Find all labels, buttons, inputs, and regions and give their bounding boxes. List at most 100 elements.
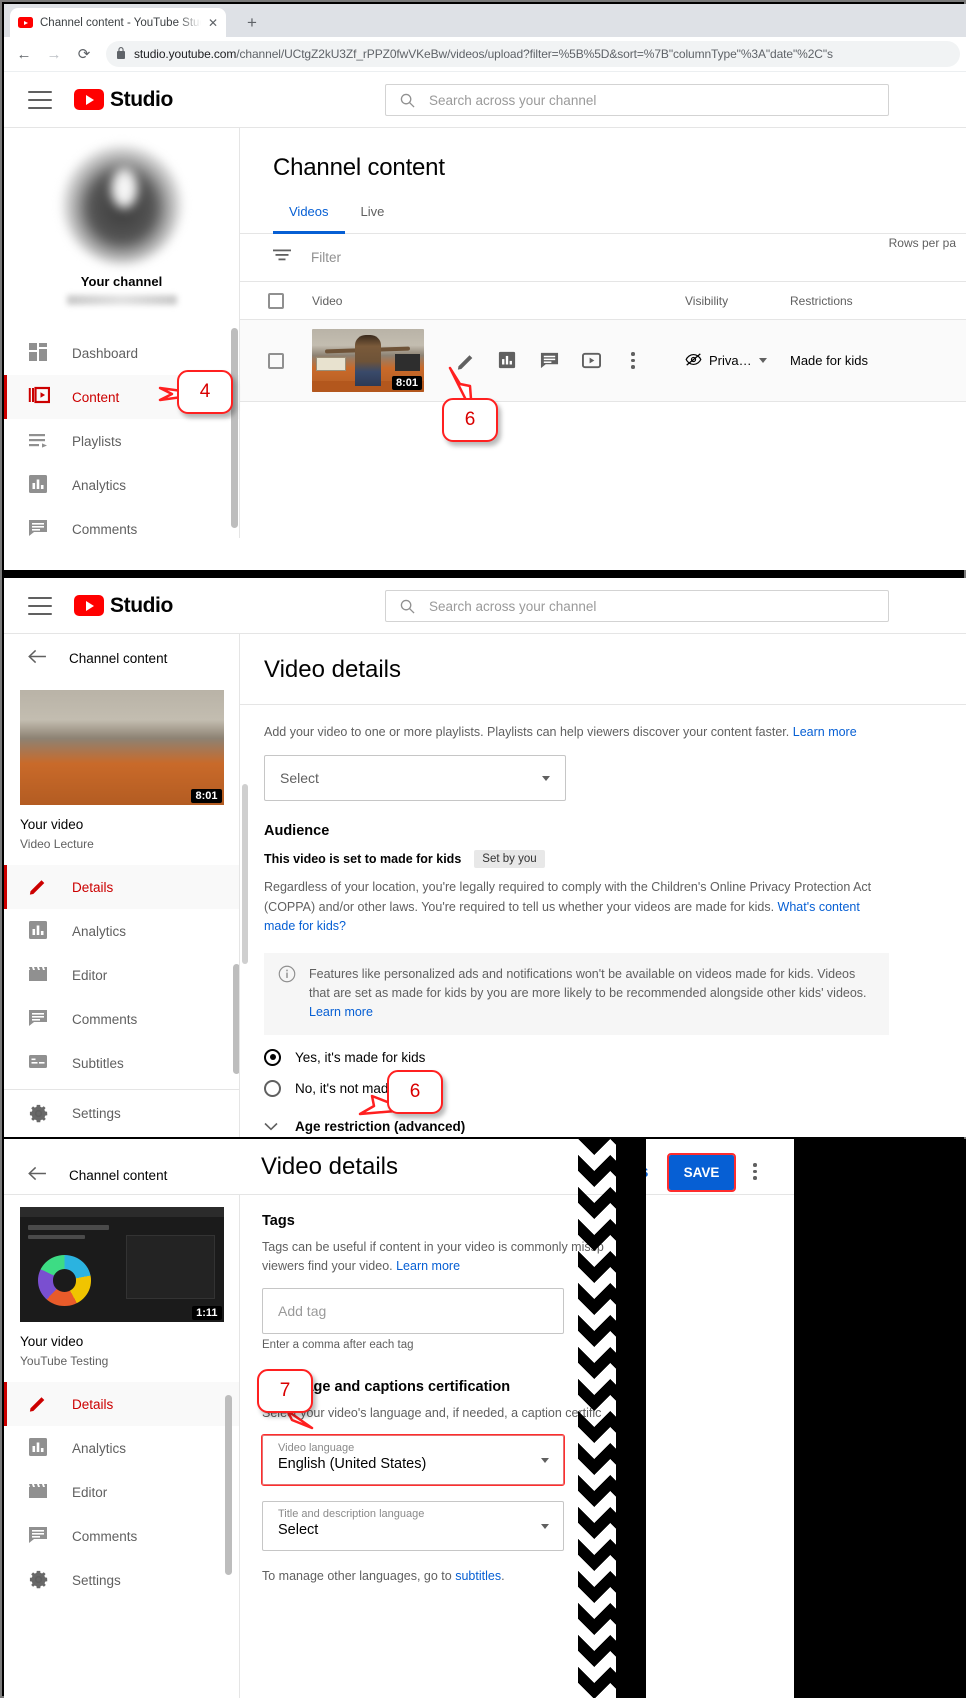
url-path: /channel/UCtgZ2kU3Zf_rPPZ0fwVKeBw/videos… bbox=[236, 47, 833, 61]
tag-input[interactable]: Add tag bbox=[262, 1287, 564, 1334]
sidebar-item-settings[interactable]: Settings bbox=[4, 1089, 239, 1137]
back-label: Channel content bbox=[69, 1167, 168, 1183]
save-button[interactable]: SAVE bbox=[667, 1153, 736, 1192]
filter-icon[interactable] bbox=[273, 248, 291, 267]
address-bar[interactable]: studio.youtube.com/channel/UCtgZ2kU3Zf_r… bbox=[106, 41, 960, 67]
search-input[interactable]: Search across your channel bbox=[385, 590, 889, 622]
reload-icon[interactable]: ⟳ bbox=[70, 40, 98, 68]
radio-selected-icon bbox=[264, 1048, 281, 1066]
sidebar-item-details[interactable]: Details bbox=[4, 865, 239, 909]
back-to-channel-content[interactable]: Channel content bbox=[4, 634, 239, 682]
video-thumbnail[interactable]: 8:01 bbox=[19, 690, 224, 805]
studio-logo[interactable]: Studio bbox=[74, 88, 173, 112]
notice-label: Features like personalized ads and notif… bbox=[309, 966, 867, 1000]
table-header: Video Visibility Restrictions bbox=[240, 282, 966, 320]
sidebar-item-analytics[interactable]: Analytics bbox=[4, 1426, 239, 1470]
back-to-channel-content[interactable]: Channel content bbox=[4, 1151, 239, 1199]
sidebar-item-dashboard[interactable]: Dashboard bbox=[4, 331, 239, 375]
tags-help-label-1: Tags can be useful if content in your vi… bbox=[262, 1240, 604, 1254]
sidebar-scrollbar[interactable] bbox=[231, 328, 238, 528]
panel3-sidebar-scrollbar[interactable] bbox=[225, 1395, 232, 1575]
youtube-logo-icon bbox=[74, 89, 104, 110]
more-options-icon[interactable] bbox=[624, 352, 642, 369]
sidebar-item-subtitles[interactable]: Subtitles bbox=[4, 1041, 239, 1085]
search-icon bbox=[400, 599, 415, 614]
browser-tab[interactable]: Channel content - YouTube Studio ✕ bbox=[10, 8, 226, 37]
editor-icon bbox=[28, 964, 50, 986]
sidebar-item-playlists[interactable]: Playlists bbox=[4, 419, 239, 463]
playlist-learn-more-link[interactable]: Learn more bbox=[793, 725, 857, 739]
search-input[interactable]: Search across your channel bbox=[385, 84, 889, 116]
notice-learn-more-link[interactable]: Learn more bbox=[309, 1005, 373, 1019]
panel2-sidebar: Channel content 8:01 Your video Video Le… bbox=[4, 634, 240, 1137]
sidebar-item-comments[interactable]: Comments bbox=[4, 507, 239, 538]
close-icon[interactable]: ✕ bbox=[208, 17, 218, 29]
youtube-favicon-icon bbox=[18, 17, 33, 28]
sidebar-item-comments[interactable]: Comments bbox=[4, 997, 239, 1041]
chevron-down-icon bbox=[542, 775, 550, 781]
back-label: Channel content bbox=[69, 650, 168, 666]
tags-and-language-form: Tags Tags can be useful if content in yo… bbox=[240, 1195, 794, 1587]
sidebar-item-analytics[interactable]: Analytics bbox=[4, 909, 239, 953]
pencil-icon bbox=[28, 876, 50, 898]
video-language-select[interactable]: Video language English (United States) bbox=[261, 1434, 565, 1487]
thumb-decor-box2 bbox=[394, 354, 420, 371]
sidebar-item-editor[interactable]: Editor bbox=[4, 1470, 239, 1514]
more-options-icon[interactable] bbox=[746, 1163, 764, 1180]
sidebar-item-editor[interactable]: Editor bbox=[4, 953, 239, 997]
menu-icon[interactable] bbox=[28, 596, 52, 615]
video-thumbnail[interactable]: 8:01 bbox=[312, 329, 424, 392]
menu-icon[interactable] bbox=[28, 90, 52, 109]
tag-hint: Enter a comma after each tag bbox=[262, 1338, 414, 1351]
sidebar-item-details[interactable]: Details bbox=[4, 1382, 239, 1426]
comments-icon[interactable] bbox=[540, 351, 560, 371]
brand-label: Studio bbox=[110, 87, 173, 111]
filter-bar[interactable]: Filter bbox=[240, 234, 966, 282]
info-icon bbox=[278, 965, 296, 983]
tab-live[interactable]: Live bbox=[345, 204, 401, 233]
manage-languages-label: To manage other languages, go to bbox=[262, 1569, 452, 1584]
radio-made-for-kids-yes[interactable]: Yes, it's made for kids bbox=[264, 1048, 942, 1066]
playlist-select[interactable]: Select bbox=[264, 755, 566, 802]
gear-icon bbox=[28, 1569, 50, 1591]
video-title: Your video bbox=[20, 817, 84, 832]
analytics-icon[interactable] bbox=[498, 351, 518, 371]
column-header-restrictions: Restrictions bbox=[790, 293, 853, 308]
subtitles-icon bbox=[28, 1052, 50, 1074]
search-placeholder: Search across your channel bbox=[429, 598, 597, 614]
tab-videos[interactable]: Videos bbox=[273, 204, 345, 234]
sidebar-item-label: Content bbox=[72, 389, 120, 405]
new-tab-button[interactable]: + bbox=[240, 11, 264, 35]
select-all-checkbox[interactable] bbox=[268, 292, 284, 309]
radio-label: Yes, it's made for kids bbox=[295, 1049, 426, 1065]
youtube-icon[interactable] bbox=[582, 351, 602, 371]
sidebar-item-settings[interactable]: Settings bbox=[4, 1558, 239, 1602]
forward-icon[interactable]: → bbox=[40, 40, 68, 68]
visibility-cell[interactable]: Priva… bbox=[685, 352, 767, 370]
panel2-sidebar-scrollbar[interactable] bbox=[233, 964, 239, 1074]
back-icon[interactable]: ← bbox=[10, 40, 38, 68]
comments-icon bbox=[28, 1525, 50, 1547]
title-description-language-select[interactable]: Title and description language Select bbox=[262, 1501, 564, 1552]
subtitles-link[interactable]: subtitles bbox=[455, 1569, 501, 1583]
avatar[interactable] bbox=[62, 146, 181, 264]
content-tabs: Videos Live bbox=[240, 204, 966, 234]
dashboard-icon bbox=[28, 342, 50, 364]
chevron-down-icon[interactable] bbox=[758, 358, 767, 363]
row-checkbox[interactable] bbox=[268, 352, 284, 369]
url-text: studio.youtube.com/channel/UCtgZ2kU3Zf_r… bbox=[134, 47, 833, 61]
search-icon bbox=[400, 93, 415, 108]
filter-placeholder: Filter bbox=[311, 250, 341, 265]
sidebar-item-comments[interactable]: Comments bbox=[4, 1514, 239, 1558]
tags-learn-more-link[interactable]: Learn more bbox=[396, 1259, 460, 1273]
panel1-sidebar: Your channel Dashboard Content Playlists… bbox=[4, 128, 240, 538]
youtube-logo-icon bbox=[74, 595, 104, 616]
sidebar-item-analytics[interactable]: Analytics bbox=[4, 463, 239, 507]
url-host: studio.youtube.com bbox=[134, 47, 237, 61]
playlist-select-value: Select bbox=[280, 770, 319, 787]
video-thumbnail[interactable]: 1:11 bbox=[19, 1207, 224, 1322]
video-subtitle: YouTube Testing bbox=[20, 1354, 109, 1368]
panel2-main-scrollbar[interactable] bbox=[242, 784, 248, 964]
panel3-sidebar: Channel content 1:11 Your video YouTube … bbox=[4, 1166, 240, 1698]
studio-logo[interactable]: Studio bbox=[74, 594, 173, 618]
